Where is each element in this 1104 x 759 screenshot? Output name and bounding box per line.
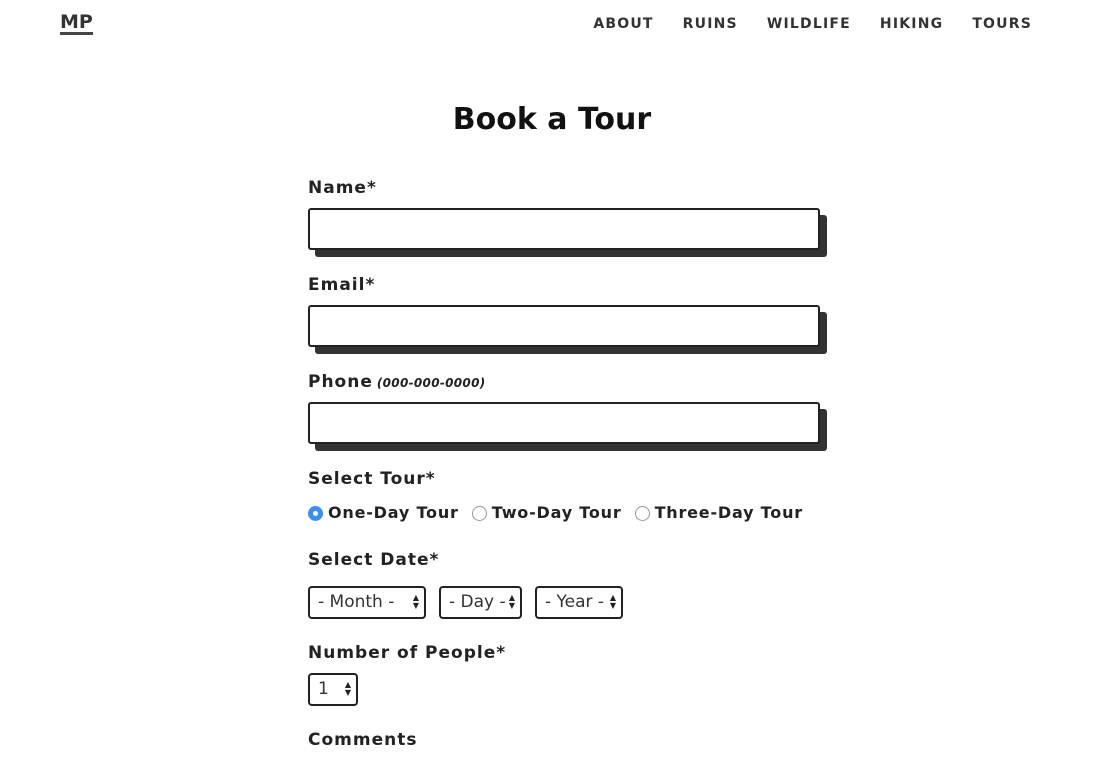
tour-option-one-day[interactable]: One-Day Tour [308, 503, 459, 522]
month-select-value: - Month - [318, 592, 395, 612]
phone-label-text: Phone [308, 372, 373, 392]
name-label: Name* [308, 178, 377, 198]
main-nav: ABOUT RUINS WILDLIFE HIKING TOURS [593, 16, 1032, 32]
email-input[interactable] [308, 305, 820, 347]
comments-label: Comments [308, 730, 418, 750]
tour-option-label: One-Day Tour [328, 503, 459, 522]
nav-tours[interactable]: TOURS [972, 16, 1032, 32]
select-arrows-icon: ▲ ▼ [412, 593, 419, 610]
phone-format-hint: (000-000-0000) [376, 376, 486, 390]
select-arrows-icon: ▲ ▼ [609, 593, 616, 610]
nav-about[interactable]: ABOUT [593, 16, 653, 32]
tour-label: Select Tour* [308, 469, 436, 489]
select-arrows-icon: ▲ ▼ [344, 680, 351, 697]
people-select-value: 1 [318, 679, 329, 699]
logo-link[interactable]: MP [60, 12, 93, 35]
tour-radio-group: One-Day Tour Two-Day Tour Three-Day Tour [308, 503, 816, 522]
nav-wildlife[interactable]: WILDLIFE [767, 16, 851, 32]
radio-button-checked[interactable] [308, 506, 323, 521]
page-title: Book a Tour [452, 102, 652, 137]
radio-button[interactable] [471, 506, 487, 521]
date-label: Select Date* [308, 550, 440, 570]
nav-hiking[interactable]: HIKING [880, 16, 943, 32]
day-select[interactable]: - Day - ▲ ▼ [439, 586, 522, 619]
people-select[interactable]: 1 ▲ ▼ [308, 673, 358, 706]
name-input[interactable] [308, 208, 820, 250]
phone-label: Phone (000-000-0000) [308, 372, 486, 392]
month-select[interactable]: - Month - ▲ ▼ [308, 586, 426, 619]
nav-ruins[interactable]: RUINS [683, 16, 738, 32]
year-select-value: - Year - [545, 592, 605, 612]
year-select[interactable]: - Year - ▲ ▼ [535, 586, 623, 619]
page: MP ABOUT RUINS WILDLIFE HIKING TOURS Boo… [0, 0, 1104, 759]
phone-input[interactable] [308, 402, 820, 444]
tour-option-three-day[interactable]: Three-Day Tour [634, 503, 803, 522]
radio-button[interactable] [634, 506, 650, 521]
select-arrows-icon: ▲ ▼ [508, 593, 515, 610]
day-select-value: - Day - [449, 592, 506, 612]
email-label: Email* [308, 275, 376, 295]
tour-option-label: Three-Day Tour [654, 503, 803, 522]
tour-option-two-day[interactable]: Two-Day Tour [471, 503, 622, 522]
tour-option-label: Two-Day Tour [491, 503, 622, 522]
people-label: Number of People* [308, 643, 507, 663]
